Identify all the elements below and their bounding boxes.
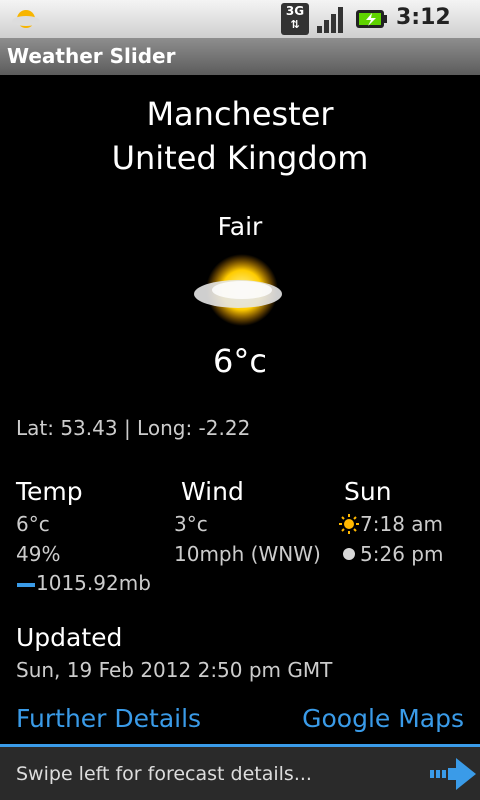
wind-heading: Wind — [181, 477, 244, 506]
location-country: United Kingdom — [111, 139, 369, 177]
sunset-value: 5:26 pm — [360, 542, 444, 566]
moon-icon — [343, 548, 355, 560]
signal-icon — [317, 7, 343, 33]
partly-sunny-icon — [194, 254, 282, 326]
weather-app-icon — [12, 10, 40, 28]
humidity-value: 49% — [16, 542, 61, 566]
further-details-link[interactable]: Further Details — [16, 704, 201, 733]
google-maps-link[interactable]: Google Maps — [302, 704, 464, 733]
app-title: Weather Slider — [7, 44, 176, 68]
arrow-right-icon[interactable] — [428, 755, 478, 793]
sunrise-icon — [339, 514, 359, 534]
sun-heading: Sun — [344, 477, 392, 506]
current-temperature: 6°c — [213, 342, 267, 380]
swipe-hint: Swipe left for forecast details... — [16, 763, 312, 785]
condition-text: Fair — [217, 212, 263, 241]
wind-chill-value: 3°c — [174, 512, 208, 536]
sunset-row: 5:26 pm — [338, 542, 443, 566]
temp-value: 6°c — [16, 512, 50, 536]
pressure-row: 1015.92mb — [16, 571, 151, 595]
pressure-value: 1015.92mb — [36, 571, 151, 595]
pressure-steady-icon — [17, 582, 35, 587]
3g-icon: 3G ⇅ — [281, 3, 309, 35]
app-title-bar: Weather Slider — [0, 38, 480, 75]
battery-charging-icon — [356, 10, 387, 28]
status-bar: 3G ⇅ 3:12 PM — [0, 0, 480, 53]
lat-long: Lat: 53.43 | Long: -2.22 — [16, 416, 251, 440]
wind-speed-value: 10mph (WNW) — [174, 542, 321, 566]
temp-heading: Temp — [16, 477, 83, 506]
sunrise-row: 7:18 am — [338, 512, 443, 536]
footer-bar[interactable]: Swipe left for forecast details... — [0, 747, 480, 800]
location-city: Manchester — [146, 95, 334, 133]
updated-value: Sun, 19 Feb 2012 2:50 pm GMT — [16, 658, 333, 682]
updated-heading: Updated — [16, 623, 123, 652]
sunrise-value: 7:18 am — [360, 512, 444, 536]
